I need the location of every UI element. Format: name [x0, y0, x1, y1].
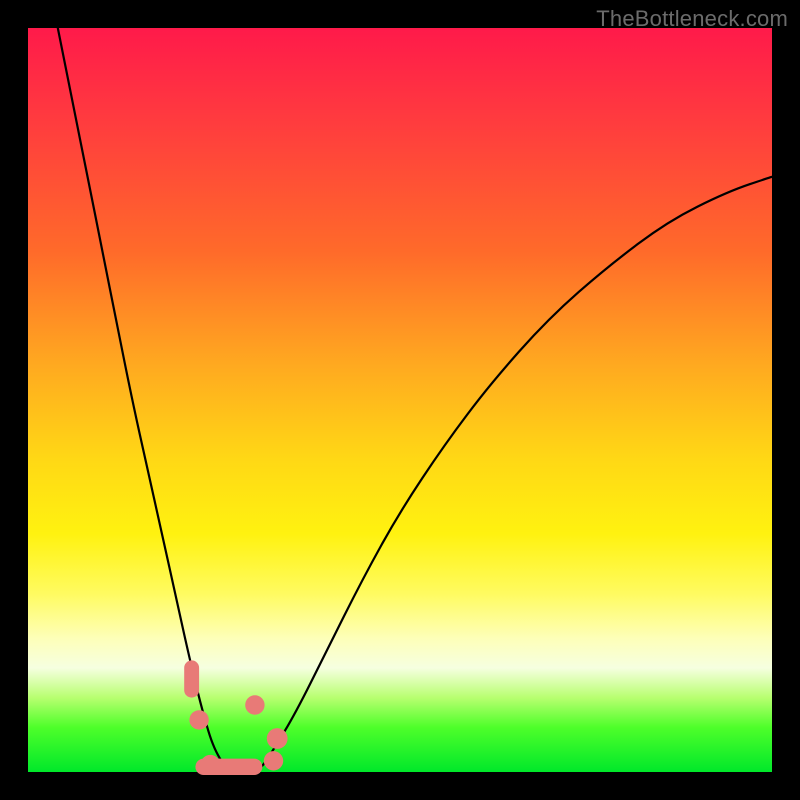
plot-area — [28, 28, 772, 772]
curve-layer — [28, 28, 772, 772]
chart-frame: TheBottleneck.com — [0, 0, 800, 800]
data-point — [245, 695, 264, 714]
data-point — [267, 728, 288, 749]
bottleneck-curve — [58, 28, 772, 772]
data-point — [264, 751, 283, 770]
data-point — [184, 660, 199, 697]
data-markers — [184, 660, 287, 775]
data-point — [189, 710, 208, 729]
data-point — [201, 755, 220, 774]
